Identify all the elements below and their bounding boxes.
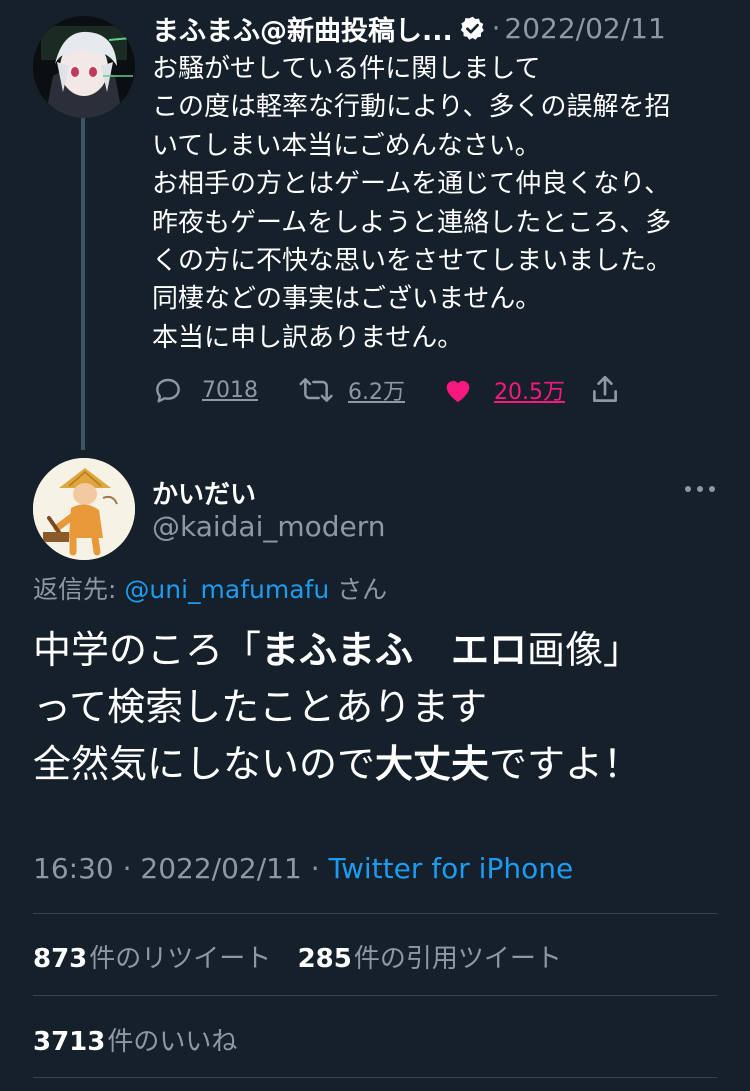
quotes-number: 285 — [297, 944, 352, 974]
reply-text-segment: 全然気にしないので — [33, 742, 376, 786]
share-button[interactable] — [588, 370, 622, 410]
reply-more-options-icon[interactable] — [685, 484, 715, 494]
replying-prefix: 返信先: — [33, 575, 117, 604]
reply-text-line: 中学のころ「まふまふ エロ画像」 — [33, 622, 733, 679]
parent-text-line: お相手の方とはゲームを通じて仲良くなり、 — [152, 169, 671, 200]
retweet-icon — [299, 378, 333, 402]
replying-to: 返信先: @uni_mafumafu さん — [33, 570, 387, 606]
parent-tweet-header: まふまふ@新曲投稿し... · 2022/02/11 — [152, 8, 712, 48]
likes-number: 3713 — [33, 1027, 106, 1057]
stats-row-retweets: 873件のリツイート 285件の引用ツイート — [33, 938, 562, 975]
heart-icon — [446, 380, 470, 402]
reply-display-name[interactable]: かいだい — [152, 474, 256, 511]
parent-avatar-image — [33, 16, 135, 118]
reply-text-line: 全然気にしないので大丈夫ですよ！ — [33, 736, 733, 793]
reply-button[interactable]: 7018 — [152, 370, 258, 410]
parent-tweet-date[interactable]: 2022/02/11 — [504, 12, 665, 45]
reply-handle[interactable]: @kaidai_modern — [152, 510, 386, 543]
reply-tweet-text: 中学のころ「まふまふ エロ画像」 って検索したことあります 全然気にしないので大… — [33, 622, 733, 793]
reply-text-bold: まふまふ エロ — [261, 628, 528, 672]
parent-text-line: 同棲などの事実はございません。 — [152, 284, 542, 315]
likes-label: 件のいいね — [107, 1027, 238, 1057]
replying-suffix: さん — [337, 575, 388, 604]
parent-display-name[interactable]: まふまふ@新曲投稿し... — [152, 9, 453, 48]
likes-stat[interactable]: 3713件のいいね — [33, 1027, 237, 1057]
divider — [33, 1077, 717, 1078]
parent-text-line: いてしまい本当にごめんなさい。 — [152, 130, 541, 161]
reply-text-line: って検索したことあります — [33, 685, 488, 729]
meta-separator: · — [122, 852, 132, 885]
dot — [709, 486, 715, 492]
divider — [33, 913, 717, 914]
parent-text-line: くの方に不快な思いをさせてしまいました。 — [152, 246, 673, 277]
reply-text-segment: ですよ！ — [489, 742, 642, 786]
reply-count: 7018 — [202, 377, 258, 403]
divider — [33, 995, 717, 996]
like-button[interactable]: 20.5万 — [442, 370, 565, 410]
tweet-detail-screen: まふまふ@新曲投稿し... · 2022/02/11 お騒がせしている件に関しま… — [0, 0, 750, 1091]
like-count: 20.5万 — [494, 380, 565, 405]
parent-avatar[interactable] — [33, 16, 135, 118]
verified-badge-icon — [460, 16, 484, 40]
reply-text-segment: 中学のころ「 — [33, 628, 262, 672]
retweet-count: 6.2万 — [348, 380, 405, 405]
parent-text-line: 本当に申し訳ありません。 — [152, 322, 464, 353]
reply-date[interactable]: 2022/02/11 — [140, 852, 301, 885]
quotes-label: 件の引用ツイート — [353, 944, 562, 974]
parent-tweet-text: お騒がせしている件に関しまして この度は軽率な行動により、多くの誤解を招 いてし… — [152, 50, 732, 357]
reply-avatar[interactable] — [33, 458, 135, 560]
dot — [697, 486, 703, 492]
reply-time[interactable]: 16:30 — [33, 852, 114, 885]
source-link[interactable]: Twitter for iPhone — [329, 852, 574, 885]
retweet-button[interactable]: 6.2万 — [298, 370, 405, 410]
dot — [685, 486, 691, 492]
replying-mention-link[interactable]: @uni_mafumafu — [124, 575, 329, 604]
parent-text-line: この度は軽率な行動により、多くの誤解を招 — [152, 92, 671, 123]
thread-connector-line — [81, 118, 85, 450]
retweets-number: 873 — [33, 944, 88, 974]
retweets-label: 件のリツイート — [89, 944, 272, 974]
parent-text-line: お騒がせしている件に関しまして — [152, 54, 541, 84]
share-icon — [593, 375, 617, 402]
reply-icon — [156, 378, 180, 403]
reply-text-bold: 大丈夫 — [375, 742, 490, 786]
reply-avatar-image — [33, 458, 135, 560]
quotes-stat[interactable]: 285件の引用ツイート — [298, 944, 562, 974]
reply-tweet-meta: 16:30 · 2022/02/11 · Twitter for iPhone — [33, 852, 573, 885]
retweets-stat[interactable]: 873件のリツイート — [33, 944, 271, 974]
parent-text-line: 昨夜もゲームをしようと連絡したところ、多 — [152, 207, 672, 238]
header-separator: · — [491, 12, 501, 44]
reply-text-segment: 画像」 — [527, 628, 642, 672]
stats-row-likes: 3713件のいいね — [33, 1021, 237, 1058]
parent-tweet-actions: 7018 6.2万 20.5万 — [152, 370, 632, 410]
meta-separator: · — [310, 852, 320, 885]
